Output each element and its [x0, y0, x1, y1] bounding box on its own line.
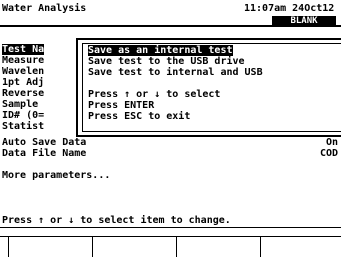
option-save-usb[interactable]: Save test to the USB drive	[88, 56, 245, 67]
screen-title: Water Analysis	[2, 3, 87, 14]
clock-readout: 11:07am 24Oct12	[244, 3, 335, 14]
softkey-4[interactable]	[260, 237, 341, 257]
param-auto-save-value: On	[326, 137, 339, 148]
option-save-internal[interactable]: Save as an internal test	[88, 45, 233, 56]
softkey-3[interactable]	[176, 237, 260, 257]
param-test-name[interactable]: Test Na	[2, 44, 45, 55]
param-auto-save-label[interactable]: Auto Save Data	[2, 137, 86, 148]
instrument-screen: Water Analysis 11:07am 24Oct12 BLANK Tes…	[0, 0, 341, 257]
softkey-bar	[0, 236, 341, 257]
param-sample[interactable]: Sample	[2, 99, 38, 110]
help-escape: Press ESC to exit	[88, 111, 191, 122]
param-data-file-value: COD	[320, 148, 339, 159]
softkey-1[interactable]	[8, 237, 92, 257]
save-test-popup-frame: Save as an internal test Save test to th…	[82, 43, 341, 132]
param-reverse[interactable]: Reverse	[2, 88, 44, 99]
param-statistics[interactable]: Statist	[2, 121, 44, 132]
more-parameters[interactable]: More parameters...	[2, 170, 110, 181]
help-select: Press ↑ or ↓ to select	[88, 89, 221, 100]
status-underline	[0, 227, 341, 228]
param-id[interactable]: ID# (0=	[2, 110, 44, 121]
help-enter: Press ENTER	[88, 100, 155, 111]
param-data-file-label[interactable]: Data File Name	[2, 148, 86, 159]
option-save-internal-and-usb[interactable]: Save test to internal and USB	[88, 67, 263, 78]
param-measure[interactable]: Measure	[2, 55, 44, 66]
status-message: Press ↑ or ↓ to select item to change.	[2, 215, 231, 226]
header-divider	[0, 25, 341, 27]
param-1pt-adjust[interactable]: 1pt Adj	[2, 77, 44, 88]
param-wavelength[interactable]: Wavelen	[2, 66, 44, 77]
save-test-popup: Save as an internal test Save test to th…	[76, 38, 341, 137]
softkey-2[interactable]	[92, 237, 176, 257]
